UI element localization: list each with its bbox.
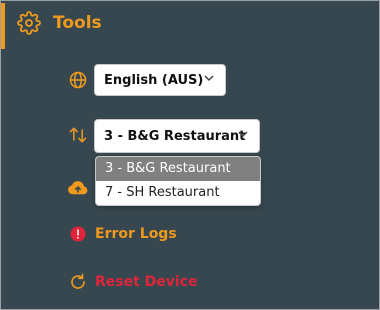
refresh-icon [69,273,87,291]
restaurant-option[interactable]: 7 - SH Restaurant [96,181,260,205]
cloud-upload-icon[interactable] [67,179,89,197]
reset-device-label: Reset Device [95,274,198,290]
gear-icon [17,11,41,35]
tools-panel: Tools English (AUS) 3 - B&G Restaurant 3… [0,0,380,310]
error-logs-item[interactable]: Error Logs [69,225,177,243]
alert-circle-icon [69,225,87,243]
page-title: Tools [53,13,102,33]
globe-icon [68,70,88,90]
reset-device-item[interactable]: Reset Device [69,273,198,291]
language-select[interactable]: English (AUS) [94,64,226,96]
chevron-down-icon [203,72,215,88]
tools-header: Tools [17,11,102,35]
language-select-value: English (AUS) [104,72,204,88]
error-logs-label: Error Logs [95,226,177,242]
restaurant-option[interactable]: 3 - B&G Restaurant [96,157,260,181]
restaurant-select[interactable]: 3 - B&G Restaurant [94,119,260,153]
sort-arrows-icon [68,125,88,145]
restaurant-select-value: 3 - B&G Restaurant [104,128,246,144]
active-indicator [1,3,5,49]
chevron-down-icon [237,128,249,144]
restaurant-dropdown-menu: 3 - B&G Restaurant 7 - SH Restaurant [95,156,261,206]
